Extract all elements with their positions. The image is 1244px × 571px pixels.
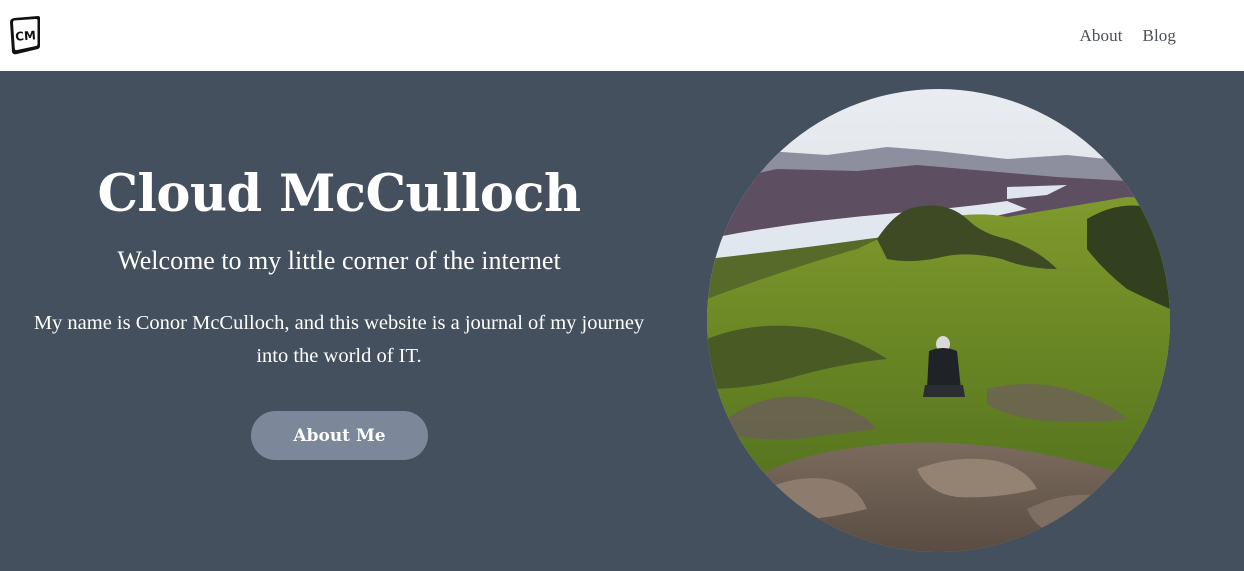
nav-link-blog[interactable]: Blog — [1143, 26, 1176, 46]
landscape-illustration — [707, 89, 1170, 552]
top-navigation-bar: CM About Blog — [0, 0, 1244, 71]
logo-monogram: CM — [15, 28, 37, 43]
hero-section: Cloud McCulloch Welcome to my little cor… — [0, 71, 1244, 571]
hero-subtitle: Welcome to my little corner of the inter… — [117, 246, 561, 275]
site-logo[interactable]: CM — [8, 14, 41, 55]
hero-text-block: Cloud McCulloch Welcome to my little cor… — [0, 71, 678, 571]
nav-link-about[interactable]: About — [1080, 26, 1123, 46]
hero-description: My name is Conor McCulloch, and this web… — [33, 312, 645, 367]
hero-title: Cloud McCulloch — [97, 164, 581, 224]
page: CM About Blog Cloud McCulloch Welcome to… — [0, 0, 1244, 571]
profile-landscape-photo — [707, 89, 1170, 552]
about-me-button[interactable]: About Me — [251, 411, 428, 460]
main-nav: About Blog — [1080, 0, 1176, 71]
